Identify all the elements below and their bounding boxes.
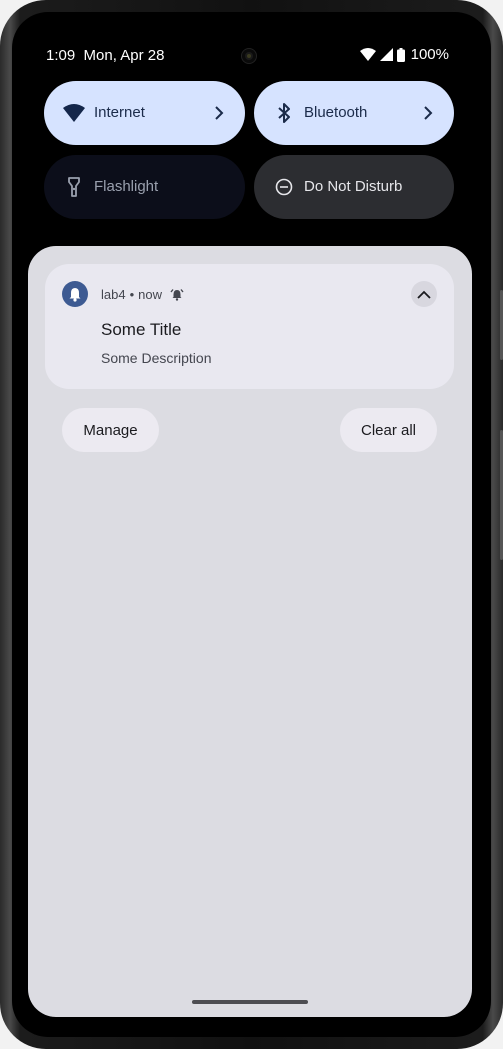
battery-icon xyxy=(396,47,405,62)
tile-internet[interactable]: Internet xyxy=(44,81,245,145)
wifi-status-icon xyxy=(359,48,376,61)
app-name: lab4 xyxy=(101,287,126,302)
status-bar: 1:09 Mon, Apr 28 100% xyxy=(12,12,491,68)
clear-all-button[interactable]: Clear all xyxy=(340,408,437,452)
manage-button[interactable]: Manage xyxy=(62,408,159,452)
app-icon xyxy=(62,281,88,307)
flashlight-icon xyxy=(62,175,86,199)
notification-description: Some Description xyxy=(101,350,212,366)
tile-flashlight[interactable]: Flashlight xyxy=(44,155,245,219)
header-separator: • xyxy=(129,287,135,302)
wifi-icon xyxy=(62,101,86,125)
status-date: Mon, Apr 28 xyxy=(83,47,165,64)
screen: 1:09 Mon, Apr 28 100% Internet Bluetooth… xyxy=(12,12,491,1037)
bluetooth-icon xyxy=(272,101,296,125)
status-icons: 100% xyxy=(359,46,449,63)
notification-title: Some Title xyxy=(101,320,182,339)
tile-bluetooth-label: Bluetooth xyxy=(304,104,368,121)
notification-shade: lab4 • now Some Title Some Description M… xyxy=(28,246,472,1017)
tile-do-not-disturb[interactable]: Do Not Disturb xyxy=(254,155,454,219)
notification-time: now xyxy=(138,287,162,302)
battery-percent: 100% xyxy=(410,46,449,63)
status-time: 1:09 Mon, Apr 28 xyxy=(46,47,165,64)
chevron-up-icon xyxy=(417,290,431,299)
do-not-disturb-icon xyxy=(272,175,296,199)
collapse-button[interactable] xyxy=(411,281,437,307)
phone-frame: 1:09 Mon, Apr 28 100% Internet Bluetooth… xyxy=(0,0,503,1049)
chevron-right-icon xyxy=(418,101,438,125)
tile-dnd-label: Do Not Disturb xyxy=(304,178,403,195)
tile-flashlight-label: Flashlight xyxy=(94,178,159,195)
chevron-right-icon xyxy=(209,101,229,125)
notification-card[interactable]: lab4 • now Some Title Some Description xyxy=(45,264,454,389)
alarm-icon xyxy=(170,289,184,301)
tile-internet-label: Internet xyxy=(94,104,145,121)
signal-icon xyxy=(379,48,393,61)
home-handle[interactable] xyxy=(192,1000,308,1004)
tile-bluetooth[interactable]: Bluetooth xyxy=(254,81,454,145)
bell-icon xyxy=(69,287,81,302)
notification-header: lab4 • now xyxy=(101,287,184,302)
front-camera xyxy=(242,49,256,63)
